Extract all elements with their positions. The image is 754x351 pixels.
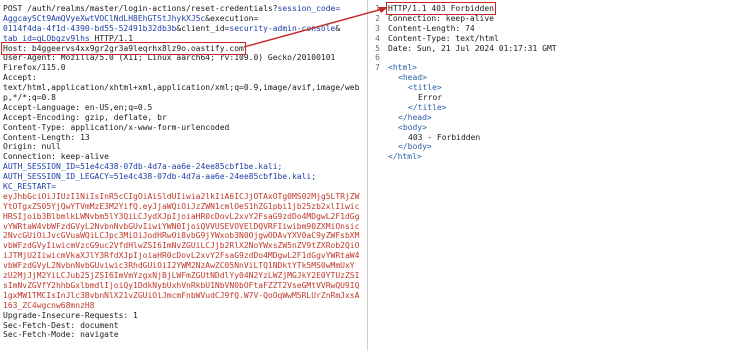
- host-highlight-box: Host: b4ggeervs4xx9gr2gr3a9leqrhx8lz9o.o…: [1, 41, 246, 55]
- line-number: 4: [375, 33, 380, 43]
- status-line: HTTP/1.1 403 Forbidden: [386, 2, 557, 15]
- token-line: 163_ZC4wgcnw68mnzH8: [3, 300, 95, 310]
- token-line: iJTMjU2IiwicmVkaXJlY3RfdXJpIjoiaHR0cDovL…: [3, 251, 360, 261]
- line-number: 1: [375, 4, 380, 13]
- accept-language-header: Accept-Language: en-US,en;q=0.5: [3, 102, 153, 112]
- session-code-line: AggcaySCt9AmQVyeXwtVOClNdLH8EhGTStJhykXJ…: [3, 13, 259, 23]
- token-line: vYWRtaW4vbWFzdGVyL2NvbnNvbGUvIiwiYWN0Ijo…: [3, 221, 360, 231]
- response-pane[interactable]: 1 2 3 4 5 6 7 HTTP/1.1 403 Forbidden Con…: [368, 0, 754, 351]
- html-open-tag: <html>: [388, 63, 417, 73]
- origin-header: Origin: null: [3, 142, 61, 152]
- html-close-tag: </html>: [388, 152, 422, 162]
- body-text: 403 - Forbidden: [408, 132, 481, 142]
- token-line: zU2MjJjM2YiLCJub25jZSI6ImVmYzgxNjBjLWFmZ…: [3, 271, 360, 281]
- token-line: 2NvcGUiOiJvcGVuaWQiLCJpc3MiOiJodHRwOi8vb…: [3, 231, 360, 241]
- connection-header: Connection: keep-alive: [388, 13, 494, 23]
- request-line: POST /auth/realms/master/login-actions/r…: [3, 4, 341, 13]
- line-number: 2: [375, 13, 380, 23]
- accept-header: Accept:: [3, 73, 37, 83]
- cookie-kc-restart: KC_RESTART=: [3, 182, 56, 192]
- title-close-tag: </title>: [408, 102, 447, 112]
- execution-line: 0114f4da-4f1d-4390-bd55-52491b32db3b&cli…: [3, 23, 341, 33]
- content-type-header: Content-Type: text/html: [388, 33, 499, 43]
- line-number: 5: [375, 43, 380, 53]
- title-open-tag: <title>: [408, 83, 442, 93]
- request-text[interactable]: POST /auth/realms/master/login-actions/r…: [1, 4, 363, 340]
- line-number: 3: [375, 23, 380, 33]
- head-close-tag: </head>: [398, 112, 432, 122]
- line-number: 6: [375, 53, 380, 63]
- upgrade-insecure-header: Upgrade-Insecure-Requests: 1: [3, 310, 138, 320]
- sec-fetch-dest-header: Sec-Fetch-Dest: document: [3, 320, 119, 330]
- cookie-auth-session: AUTH_SESSION_ID=51e4c438-07db-4d7a-aa6e-…: [3, 162, 283, 172]
- accept-value-2: p,*/*;q=0.8: [3, 93, 56, 103]
- cookie-auth-legacy: AUTH_SESSION_ID_LEGACY=51e4c438-07db-4d7…: [3, 172, 317, 182]
- response-text[interactable]: HTTP/1.1 403 Forbidden Connection: keep-…: [386, 2, 557, 162]
- host-header: Host: b4ggeervs4xx9gr2gr3a9leqrhx8lz9o.o…: [1, 41, 363, 55]
- line-number: 7: [375, 63, 380, 73]
- sec-fetch-mode-header: Sec-Fetch-Mode: navigate: [3, 330, 119, 340]
- token-line: HRSIjoib3BlbmlkLWNvbm5lY3QiLCJydXJpIjoia…: [3, 211, 360, 221]
- body-close-tag: </body>: [398, 142, 432, 152]
- title-text: Error: [418, 93, 443, 103]
- body-open-tag: <body>: [398, 122, 427, 132]
- content-length-header: Content-Length: 13: [3, 132, 90, 142]
- line-number-gutter: 1 2 3 4 5 6 7: [368, 4, 380, 73]
- connection-header: Connection: keep-alive: [3, 152, 109, 162]
- token-line: 1gxMW1TMCIsInJlc3BvbnNlX21vZGUiOiJmcmFnb…: [3, 290, 360, 300]
- tab-id-line: tab_id=gLObgzv9lhs HTTP/1.1: [3, 33, 134, 43]
- content-type-header: Content-Type: application/x-www-form-url…: [3, 122, 230, 132]
- request-pane[interactable]: POST /auth/realms/master/login-actions/r…: [0, 0, 367, 351]
- content-length-header: Content-Length: 74: [388, 23, 475, 33]
- date-header: Date: Sun, 21 Jul 2024 01:17:31 GMT: [388, 43, 557, 53]
- accept-encoding-header: Accept-Encoding: gzip, deflate, br: [3, 112, 167, 122]
- token-line: vbWFzdGVyL2NvbnNvbGUviwic3RhdGUiOiI2YWM2…: [3, 261, 355, 271]
- token-line: sImNvZGVfY2hhbGxlbmdlIjoiQy1DdkNybUxhVnR…: [3, 280, 360, 290]
- token-line: eyJhbGciOiJIUzI1NiIsInR5cCIgOiAiSldUIiwi…: [3, 191, 360, 201]
- user-agent-header: User-Agent: Mozilla/5.0 (X11; Linux aarc…: [3, 53, 336, 63]
- status-highlight-box: HTTP/1.1 403 Forbidden: [386, 2, 496, 15]
- token-line: vbWFzdGVyIiwicmVzcG9uc2VfdHlwZSI6ImNvZGU…: [3, 241, 360, 251]
- accept-value: text/html,application/xhtml+xml,applicat…: [3, 83, 360, 93]
- head-open-tag: <head>: [398, 73, 427, 83]
- firefox-line: Firefox/115.0: [3, 63, 66, 73]
- token-line: YtOTgxZS05YjQwYTVmMzE3M2YifQ.eyJjaWQiOiJ…: [3, 201, 360, 211]
